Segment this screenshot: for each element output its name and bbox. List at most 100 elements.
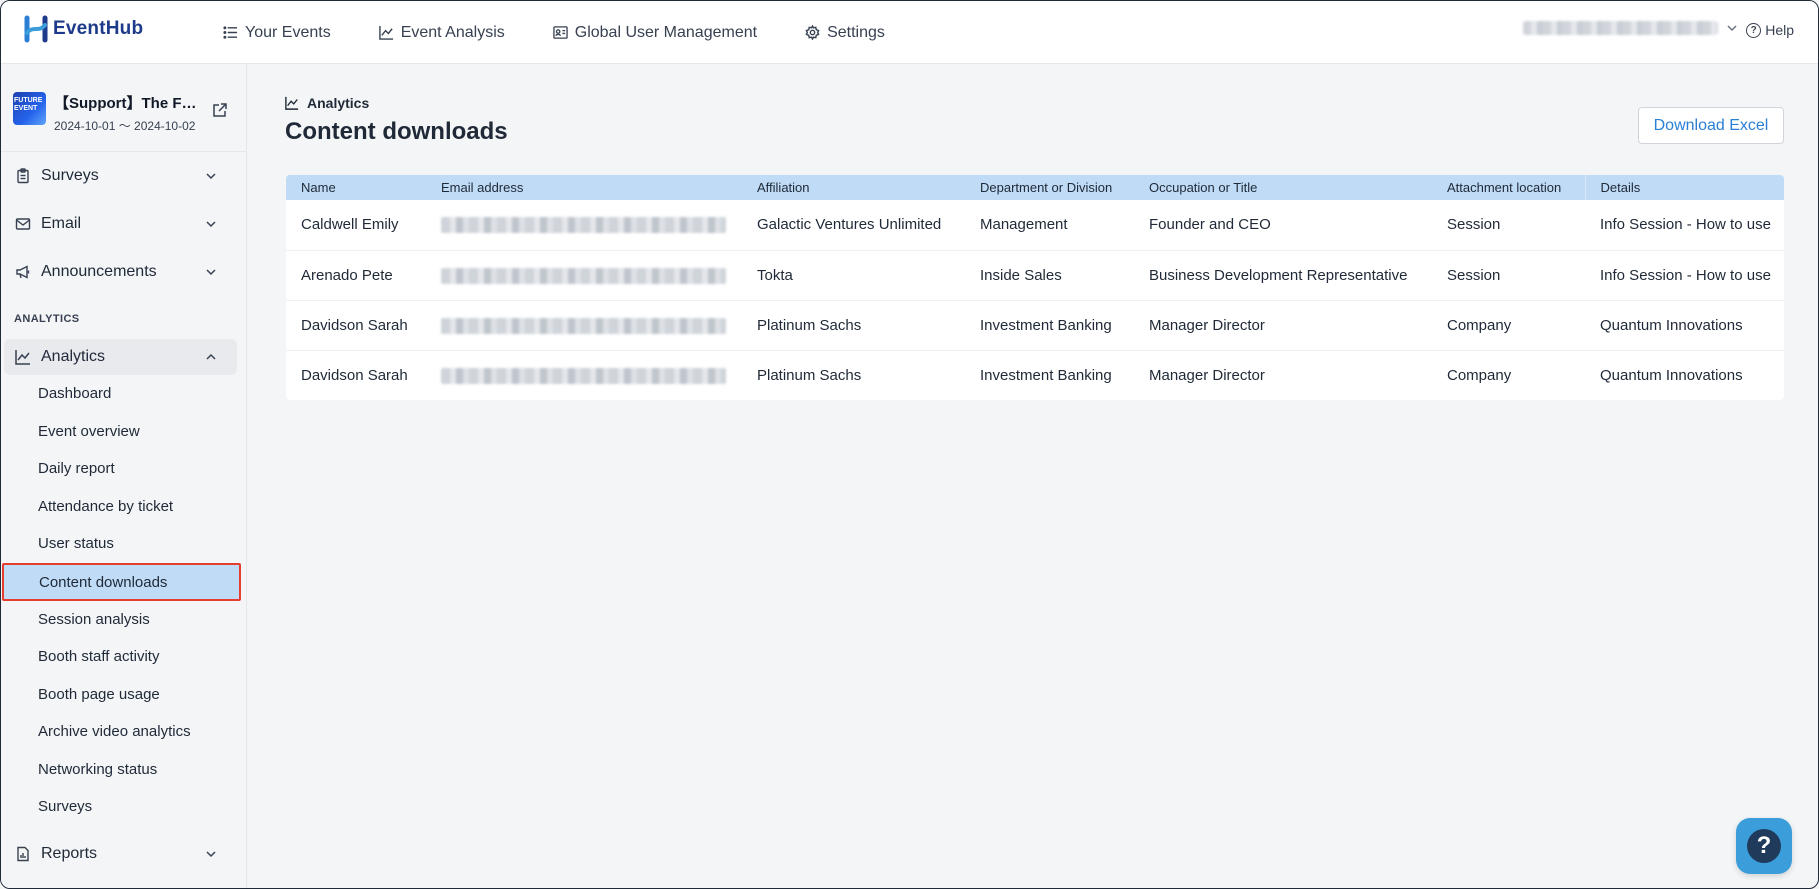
nav-your-events-label: Your Events xyxy=(245,23,331,41)
envelope-icon xyxy=(15,218,31,230)
sidebar-item-session-analysis[interactable]: Session analysis xyxy=(38,608,150,632)
cell-name: Davidson Sarah xyxy=(301,366,408,384)
chart-line-icon xyxy=(15,350,30,365)
cell-affiliation: Tokta xyxy=(757,266,793,284)
help-label: Help xyxy=(1765,22,1794,38)
nav-global-user-management-label: Global User Management xyxy=(574,23,758,41)
clipboard-icon xyxy=(17,168,29,184)
download-excel-button[interactable]: Download Excel xyxy=(1638,107,1784,144)
cell-details: Info Session - How to use xyxy=(1600,216,1771,234)
sidebar-group-reports-label: Reports xyxy=(41,845,98,862)
sidebar-item-dashboard[interactable]: Dashboard xyxy=(38,382,111,406)
sidebar-group-announcements-label: Announcements xyxy=(41,263,157,280)
cell-department: Inside Sales xyxy=(980,266,1062,284)
event-card: FUTURE EVENT 【Support】The F… 2024-10-01 … xyxy=(13,92,235,133)
user-menu[interactable] xyxy=(1523,21,1738,35)
sidebar-group-surveys-label: Surveys xyxy=(41,167,99,184)
cell-department: Management xyxy=(980,216,1068,234)
cell-name: Arenado Pete xyxy=(301,266,393,284)
chevron-down-icon xyxy=(206,269,216,276)
table-row: Arenado Pete Tokta Inside Sales Business… xyxy=(286,250,1784,300)
list-icon xyxy=(223,26,238,39)
document-chart-icon xyxy=(17,846,29,862)
sidebar-item-content-downloads[interactable]: Content downloads xyxy=(2,563,241,601)
column-header-affiliation[interactable]: Affiliation xyxy=(742,175,965,200)
sidebar-item-booth-page-usage[interactable]: Booth page usage xyxy=(38,683,160,707)
cell-email xyxy=(426,200,742,250)
nav-your-events[interactable]: Your Events xyxy=(223,24,331,42)
help-chat-button[interactable]: ? xyxy=(1736,818,1792,874)
sidebar-group-email-label: Email xyxy=(41,215,82,232)
cell-details: Quantum Innovations xyxy=(1600,316,1743,334)
table-row: Davidson Sarah Platinum Sachs Investment… xyxy=(286,300,1784,350)
nav-global-user-management[interactable]: Global User Management xyxy=(553,24,757,42)
cell-occupation: Founder and CEO xyxy=(1149,216,1271,234)
cell-attachment-location: Session xyxy=(1447,216,1501,234)
help-link[interactable]: ? Help xyxy=(1746,22,1794,38)
chevron-down-icon xyxy=(206,173,216,180)
user-name-redacted xyxy=(1523,21,1718,35)
page-title: Content downloads xyxy=(285,118,508,145)
cell-department: Investment Banking xyxy=(980,316,1112,334)
nav-settings[interactable]: Settings xyxy=(805,24,885,42)
sidebar-group-analytics-label: Analytics xyxy=(41,348,106,365)
cell-email xyxy=(426,250,742,300)
column-header-email[interactable]: Email address xyxy=(426,175,742,200)
cell-name: Caldwell Emily xyxy=(301,216,399,234)
chevron-down-icon xyxy=(206,221,216,228)
cell-email xyxy=(426,350,742,400)
megaphone-icon xyxy=(16,265,30,279)
nav-event-analysis-label: Event Analysis xyxy=(400,23,505,41)
breadcrumb: Analytics xyxy=(285,95,369,111)
help-circle-icon: ? xyxy=(1746,22,1762,38)
eventhub-logo-icon xyxy=(24,15,48,43)
gear-icon xyxy=(805,25,820,40)
sidebar-item-surveys-analytics[interactable]: Surveys xyxy=(38,795,92,819)
sidebar-item-daily-report[interactable]: Daily report xyxy=(38,457,115,481)
sidebar-group-reports[interactable]: Reports xyxy=(15,836,237,872)
id-card-icon xyxy=(553,26,568,39)
cell-department: Investment Banking xyxy=(980,366,1112,384)
sidebar-group-surveys[interactable]: Surveys xyxy=(15,158,237,194)
event-title: 【Support】The F… xyxy=(54,95,197,112)
brand-name: EventHub xyxy=(53,18,144,39)
main-content: Analytics Content downloads Download Exc… xyxy=(247,64,1818,888)
nav-event-analysis[interactable]: Event Analysis xyxy=(378,23,505,42)
top-navbar: EventHub Your Events Event Analysis Glob… xyxy=(1,1,1818,64)
table-row: Caldwell Emily Galactic Ventures Unlimit… xyxy=(286,200,1784,250)
cell-email xyxy=(426,300,742,350)
sidebar-group-announcements[interactable]: Announcements xyxy=(15,254,237,290)
sidebar-item-booth-staff-activity[interactable]: Booth staff activity xyxy=(38,645,159,669)
nav-settings-label: Settings xyxy=(827,23,885,41)
question-icon: ? xyxy=(1747,829,1781,863)
cell-affiliation: Galactic Ventures Unlimited xyxy=(757,216,942,234)
chart-line-icon xyxy=(285,96,299,110)
sidebar-item-attendance-by-ticket[interactable]: Attendance by ticket xyxy=(38,495,173,519)
sidebar-item-user-status[interactable]: User status xyxy=(38,532,114,556)
column-header-details[interactable]: Details xyxy=(1584,175,1784,200)
email-redacted xyxy=(441,217,726,234)
email-redacted xyxy=(441,317,726,334)
brand-logo[interactable]: EventHub xyxy=(23,15,143,43)
sidebar-item-networking-status[interactable]: Networking status xyxy=(38,758,157,782)
column-header-name[interactable]: Name xyxy=(286,175,426,200)
column-header-occupation[interactable]: Occupation or Title xyxy=(1134,175,1432,200)
breadcrumb-label: Analytics xyxy=(307,95,370,111)
sidebar-item-event-overview[interactable]: Event overview xyxy=(38,420,140,444)
cell-occupation: Manager Director xyxy=(1149,366,1265,384)
sidebar-group-analytics[interactable]: Analytics xyxy=(4,339,237,375)
cell-occupation: Manager Director xyxy=(1149,316,1265,334)
main-nav: Your Events Event Analysis Global User M… xyxy=(223,1,933,64)
email-redacted xyxy=(441,367,726,384)
cell-affiliation: Platinum Sachs xyxy=(757,366,862,384)
column-header-department[interactable]: Department or Division xyxy=(965,175,1134,200)
column-header-attachment-location[interactable]: Attachment location xyxy=(1432,175,1585,200)
cell-attachment-location: Session xyxy=(1447,266,1501,284)
sidebar-divider xyxy=(1,151,246,152)
sidebar-item-archive-video-analytics[interactable]: Archive video analytics xyxy=(38,720,191,744)
cell-details: Quantum Innovations xyxy=(1600,366,1743,384)
event-thumbnail: FUTURE EVENT xyxy=(13,92,46,125)
external-link-icon[interactable] xyxy=(212,102,228,118)
sidebar-group-email[interactable]: Email xyxy=(15,206,237,242)
event-info: 【Support】The F… 2024-10-01 ～ 2024-10-02 xyxy=(54,92,204,133)
